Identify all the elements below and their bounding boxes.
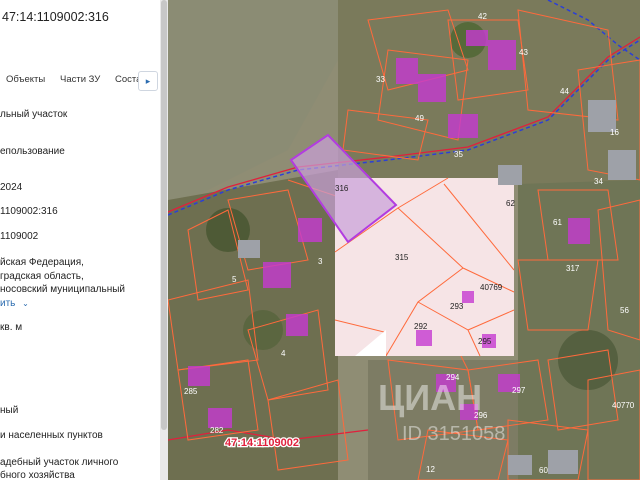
parcel-label: 35 (454, 150, 463, 159)
parcel-label: 5 (232, 275, 237, 284)
parcel-label: 297 (512, 386, 526, 395)
parcel-label: 43 (519, 48, 528, 57)
parcel-label: 56 (620, 306, 629, 315)
parcel-label: 40769 (480, 283, 503, 292)
address-line-2: градская область, (0, 271, 84, 282)
address-line-3: носовский муниципальный (0, 284, 126, 295)
parcel-label: 292 (414, 322, 428, 331)
parcel-label: 316 (335, 184, 349, 193)
parcel-label: 49 (415, 114, 424, 123)
number-value: 1109002:316 (0, 206, 58, 217)
area-value: кв. м (0, 322, 23, 333)
permitted-use-line-2: бного хозяйства (0, 470, 75, 480)
parcel-label: 315 (395, 253, 409, 262)
map-canvas[interactable]: 47:14:1109002 ЦИАН ID 3151058 316 315 62… (168, 0, 640, 480)
tab-parts[interactable]: Части ЗУ (60, 74, 100, 85)
address-expand[interactable]: ить ⌄ (0, 297, 29, 310)
parcel-label: 294 (446, 373, 460, 382)
parcel-label: 295 (478, 337, 492, 346)
date-value: 2024 (0, 182, 23, 193)
scrollbar-thumb[interactable] (161, 0, 167, 430)
watermark-id: ID 3151058 (402, 423, 505, 445)
category-value: и населенных пунктов (0, 430, 103, 441)
chevron-right-icon: ▸ (145, 76, 151, 86)
parcel-label: 61 (553, 218, 562, 227)
parcel-label: 317 (566, 264, 580, 273)
parcel-label: 60 (539, 466, 548, 475)
chevron-down-icon: ⌄ (22, 299, 29, 308)
parcel-label: 285 (184, 387, 198, 396)
parcel-label: 12 (426, 465, 435, 474)
parcel-label: 34 (594, 177, 603, 186)
parcel-label: 33 (376, 75, 385, 84)
map-view[interactable]: 47:14:1109002 ЦИАН ID 3151058 316 315 62… (168, 0, 640, 480)
watermark-brand: ЦИАН (378, 377, 482, 418)
village-area-east (518, 170, 640, 480)
parcel-label: 42 (478, 12, 487, 21)
parcel-label: 16 (610, 128, 619, 137)
address-expand-link[interactable]: ить (0, 298, 15, 309)
address-line-1: йская Федерация, (0, 257, 84, 268)
permitted-use-line-1: адебный участок личного (0, 457, 119, 468)
status-value: ный (0, 405, 19, 416)
parcel-label: 44 (560, 87, 569, 96)
quarter-label: 47:14:1109002 (225, 437, 299, 449)
parcel-label: 40770 (612, 401, 635, 410)
parcel-label: 282 (210, 426, 224, 435)
village-area-north (338, 0, 640, 190)
type-value: льный участок (0, 109, 68, 120)
usage-value: епользование (0, 146, 65, 157)
panel-title: 47:14:1109002:316 (2, 10, 109, 24)
tabs-next-button[interactable]: ▸ (138, 71, 158, 91)
parcel-label: 293 (450, 302, 464, 311)
panel-scrollbar[interactable] (160, 0, 168, 480)
info-panel: 47:14:1109002:316 Объекты Части ЗУ Соста… (0, 0, 160, 480)
parcel-label: 296 (474, 411, 488, 420)
parcel-label: 62 (506, 199, 515, 208)
tab-objects[interactable]: Объекты (6, 74, 45, 85)
parcel-label: 3 (318, 257, 323, 266)
parcel-label: 4 (281, 349, 286, 358)
panel-tabs: Объекты Части ЗУ Соста ▸ (0, 68, 160, 92)
quarter-value: 1109002 (0, 231, 39, 242)
